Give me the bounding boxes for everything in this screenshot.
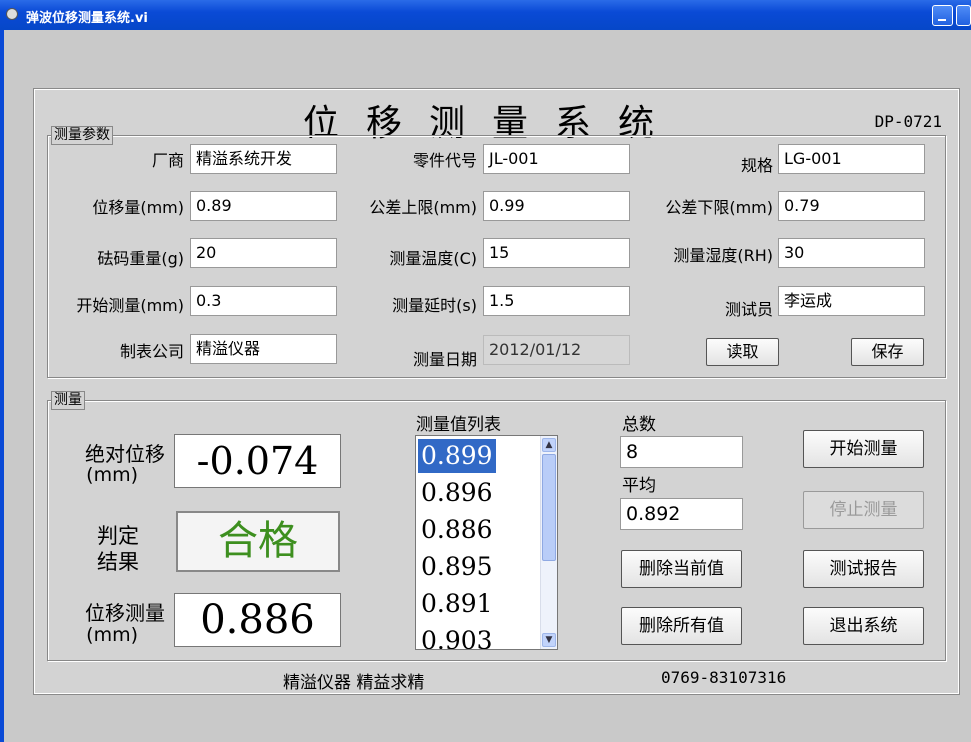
save-button[interactable]: 保存 — [851, 338, 924, 366]
result-display: 合格 — [176, 511, 340, 572]
scroll-thumb[interactable] — [542, 454, 556, 561]
part-no-field[interactable]: JL-001 — [483, 144, 630, 174]
list-item[interactable]: 0.899 — [418, 439, 496, 473]
lower-tol-label: 公差下限(mm) — [665, 198, 773, 217]
read-button[interactable]: 读取 — [706, 338, 779, 366]
result-label-2: 结果 — [97, 550, 139, 574]
abs-displacement-display: -0.074 — [174, 434, 341, 488]
main-panel: 位移测量系统 DP-0721 测量参数 厂商 精溢系统开发 零件代号 JL-00… — [33, 88, 960, 695]
lower-tol-field[interactable]: 0.79 — [778, 191, 925, 221]
measurement-list-label: 测量值列表 — [416, 415, 501, 435]
list-item[interactable]: 0.896 — [418, 476, 496, 510]
part-no-label: 零件代号 — [412, 151, 477, 170]
footer-slogan: 精溢仪器 精益求精 — [283, 673, 425, 693]
measure-group-label: 测量 — [51, 391, 85, 410]
average-field: 0.892 — [620, 498, 743, 530]
delete-current-button[interactable]: 删除当前值 — [621, 550, 742, 588]
humidity-label: 测量湿度(RH) — [673, 246, 773, 265]
company-field[interactable]: 精溢仪器 — [190, 334, 337, 364]
spec-label: 规格 — [740, 156, 773, 175]
upper-tol-label: 公差上限(mm) — [369, 198, 477, 217]
manufacturer-label: 厂商 — [151, 151, 184, 170]
list-item[interactable]: 0.895 — [418, 550, 496, 584]
total-label: 总数 — [622, 415, 656, 435]
delay-label: 测量延时(s) — [392, 296, 477, 315]
start-field[interactable]: 0.3 — [190, 286, 337, 316]
displacement-measure-unit: (mm) — [86, 624, 138, 646]
params-group-label: 测量参数 — [51, 126, 113, 145]
total-field: 8 — [620, 436, 743, 468]
list-item[interactable]: 0.891 — [418, 587, 496, 621]
list-item[interactable]: 0.886 — [418, 513, 496, 547]
stop-measure-button: 停止测量 — [803, 491, 924, 529]
tester-label: 测试员 — [724, 300, 773, 319]
abs-displacement-unit: (mm) — [86, 464, 138, 486]
delete-all-button[interactable]: 删除所有值 — [621, 607, 742, 645]
average-label: 平均 — [622, 476, 656, 496]
minimize-button[interactable] — [932, 5, 953, 26]
temperature-field[interactable]: 15 — [483, 238, 630, 268]
date-field: 2012/01/12 — [483, 335, 630, 365]
start-measure-button[interactable]: 开始测量 — [803, 430, 924, 468]
date-label: 测量日期 — [412, 350, 477, 369]
humidity-field[interactable]: 30 — [778, 238, 925, 268]
maximize-button[interactable] — [956, 5, 971, 26]
model-number: DP-0721 — [874, 112, 942, 131]
weight-field[interactable]: 20 — [190, 238, 337, 268]
list-item[interactable]: 0.903 — [418, 624, 496, 649]
measurement-list[interactable]: 0.899 0.896 0.886 0.895 0.891 0.903 ▲ ▼ — [415, 435, 558, 650]
tester-field[interactable]: 李运成 — [778, 286, 925, 316]
exit-system-button[interactable]: 退出系统 — [803, 607, 924, 645]
list-scrollbar[interactable]: ▲ ▼ — [540, 436, 557, 649]
displacement-label: 位移量(mm) — [92, 198, 184, 217]
temperature-label: 测量温度(C) — [389, 249, 477, 268]
test-report-button[interactable]: 测试报告 — [803, 550, 924, 588]
window-titlebar: 弹波位移测量系统.vi — [0, 0, 971, 30]
upper-tol-field[interactable]: 0.99 — [483, 191, 630, 221]
window-frame-left — [0, 30, 4, 742]
delay-field[interactable]: 1.5 — [483, 286, 630, 316]
displacement-field[interactable]: 0.89 — [190, 191, 337, 221]
footer-phone: 0769-83107316 — [661, 668, 787, 687]
scroll-down-icon[interactable]: ▼ — [542, 633, 556, 647]
scroll-up-icon[interactable]: ▲ — [542, 438, 556, 452]
start-label: 开始测量(mm) — [76, 296, 184, 315]
company-label: 制表公司 — [119, 342, 184, 361]
abs-displacement-label: 绝对位移 — [85, 442, 165, 466]
manufacturer-field[interactable]: 精溢系统开发 — [190, 144, 337, 174]
displacement-measure-display: 0.886 — [174, 593, 341, 647]
weight-label: 砝码重量(g) — [97, 249, 184, 268]
displacement-measure-label: 位移测量 — [85, 601, 165, 625]
app-icon[interactable] — [6, 8, 18, 20]
window-title: 弹波位移测量系统.vi — [26, 11, 148, 26]
spec-field[interactable]: LG-001 — [778, 144, 925, 174]
